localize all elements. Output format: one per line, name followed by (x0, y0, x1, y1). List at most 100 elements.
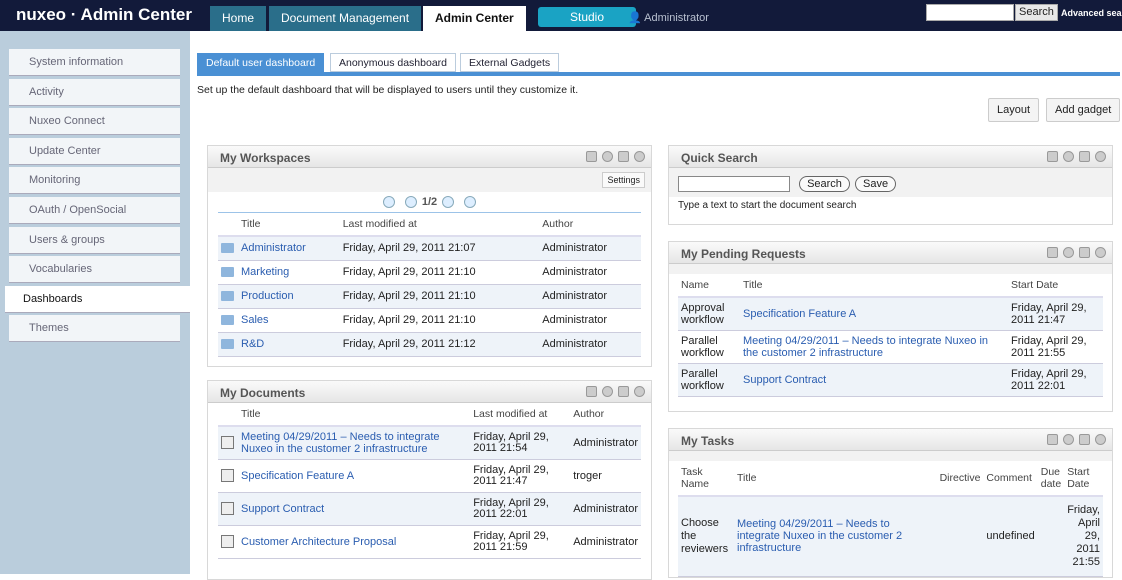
title-link[interactable]: Meeting 04/29/2011 – Needs to integrate … (740, 330, 1008, 364)
tab-home[interactable]: Home (210, 6, 267, 31)
sidebar-item[interactable]: Dashboards (5, 285, 190, 313)
column-header: Directive (936, 461, 984, 497)
gadget-title: My Pending Requests (669, 242, 1112, 264)
gadget-controls[interactable] (586, 386, 645, 397)
quick-search-button[interactable]: Search (799, 175, 850, 192)
cell: Friday, April 29, 2011 21:55 (1064, 496, 1103, 577)
minimize-icon[interactable] (1047, 434, 1058, 445)
sidebar-item[interactable]: Update Center (9, 137, 180, 165)
gadget-controls[interactable] (586, 151, 645, 162)
title-link[interactable]: Support Contract (238, 492, 471, 526)
cell: Friday, April 29, 2011 21:47 (1008, 297, 1103, 331)
next-page-icon[interactable] (442, 196, 455, 209)
first-page-icon[interactable] (382, 196, 395, 209)
column-header: Title (238, 213, 340, 238)
page-indicator: 1/2 (421, 196, 438, 208)
close-icon[interactable] (1095, 151, 1106, 162)
sidebar-item[interactable]: Activity (9, 78, 180, 106)
column-header: Author (539, 213, 641, 238)
gadget-quick-search: Quick Search Search Save Type a text to … (668, 145, 1113, 225)
title-link[interactable]: Production (238, 284, 340, 309)
tab-studio[interactable]: Studio (538, 7, 637, 27)
sidebar-item[interactable]: Monitoring (9, 167, 180, 195)
gadget-controls[interactable] (1047, 151, 1106, 162)
sidebar-item[interactable]: Vocabularies (9, 256, 180, 284)
cell: undefined (983, 496, 1038, 577)
table-row: Administrator Friday, April 29, 2011 21:0… (218, 236, 641, 261)
layout-button[interactable]: Layout (988, 98, 1040, 122)
sidebar-item[interactable]: Themes (9, 315, 180, 343)
tab-anonymous-dashboard[interactable]: Anonymous dashboard (330, 53, 456, 72)
minimize-icon[interactable] (586, 386, 597, 397)
tab-admin-center[interactable]: Admin Center (423, 6, 526, 31)
sidebar-item[interactable]: Users & groups (9, 226, 180, 254)
minimize-icon[interactable] (1047, 247, 1058, 258)
close-icon[interactable] (634, 386, 645, 397)
maximize-icon[interactable] (618, 386, 629, 397)
search-input[interactable] (926, 4, 1014, 21)
cell: Friday, April 29, 2011 21:47 (470, 459, 571, 493)
title-link[interactable]: Administrator (238, 236, 340, 261)
advanced-search-link[interactable]: Advanced search (1061, 8, 1122, 18)
title-link[interactable]: R&D (238, 332, 340, 357)
table-header: Title Last modified at Author (218, 213, 641, 238)
save-button[interactable]: Save (854, 175, 897, 192)
title-link[interactable]: Meeting 04/29/2011 – Needs to integrate … (734, 496, 937, 577)
settings-icon[interactable] (602, 386, 613, 397)
settings-button[interactable]: Settings (602, 172, 645, 188)
document-icon (221, 502, 234, 515)
title-link[interactable]: Specification Feature A (238, 459, 471, 493)
cell: Administrator (570, 426, 641, 460)
user-name: Administrator (644, 12, 709, 24)
gadget-controls[interactable] (1047, 247, 1106, 258)
last-page-icon[interactable] (464, 196, 477, 209)
column-header: Title (238, 403, 471, 427)
document-icon (221, 469, 234, 482)
maximize-icon[interactable] (1079, 247, 1090, 258)
title-link[interactable]: Marketing (238, 260, 340, 285)
gadget-my-tasks: My Tasks Task Name Title Directive Comment D… (668, 428, 1113, 578)
prev-page-icon[interactable] (404, 196, 417, 209)
quick-search-input[interactable] (678, 176, 790, 192)
gadget-controls[interactable] (1047, 434, 1106, 445)
title-link[interactable]: Meeting 04/29/2011 – Needs to integrate … (238, 426, 471, 460)
sidebar-item[interactable]: Nuxeo Connect (9, 108, 180, 136)
title-link[interactable]: Sales (238, 308, 340, 333)
maximize-icon[interactable] (1079, 434, 1090, 445)
maximize-icon[interactable] (1079, 151, 1090, 162)
document-icon (221, 535, 234, 548)
close-icon[interactable] (1095, 434, 1106, 445)
sidebar-item[interactable]: OAuth / OpenSocial (9, 197, 180, 224)
user-menu[interactable]: 👤 Administrator (628, 11, 709, 24)
title-link[interactable]: Customer Architecture Proposal (238, 525, 471, 559)
title-link[interactable]: Specification Feature A (740, 297, 1008, 331)
cell: Friday, April 29, 2011 21:10 (339, 284, 540, 309)
cell: Friday, April 29, 2011 21:54 (470, 426, 571, 460)
add-gadget-button[interactable]: Add gadget (1046, 98, 1121, 122)
settings-icon[interactable] (1063, 151, 1074, 162)
settings-icon[interactable] (1063, 247, 1074, 258)
table-header: Name Title Start Date (678, 274, 1103, 298)
tab-underline (197, 72, 1120, 76)
folder-icon (221, 291, 234, 302)
icon-col (218, 403, 238, 427)
table-header: Title Last modified at Author (218, 403, 641, 427)
folder-icon (221, 339, 234, 350)
tab-document-management[interactable]: Document Management (269, 6, 422, 31)
settings-icon[interactable] (1063, 434, 1074, 445)
cell: Administrator (539, 332, 641, 357)
sidebar-item[interactable]: System information (9, 49, 180, 76)
close-icon[interactable] (1095, 247, 1106, 258)
title-link[interactable]: Support Contract (740, 363, 1008, 397)
column-header: Last modified at (339, 213, 540, 238)
maximize-icon[interactable] (618, 151, 629, 162)
search-button[interactable]: Search (1015, 4, 1058, 21)
close-icon[interactable] (634, 151, 645, 162)
settings-icon[interactable] (602, 151, 613, 162)
minimize-icon[interactable] (1047, 151, 1058, 162)
tab-external-gadgets[interactable]: External Gadgets (460, 53, 560, 72)
table-row: Parallel workflow Meeting 04/29/2011 – Ne… (678, 330, 1103, 364)
cell: Friday, April 29, 2011 22:01 (1008, 363, 1103, 397)
tab-default-user-dashboard[interactable]: Default user dashboard (197, 53, 325, 72)
minimize-icon[interactable] (586, 151, 597, 162)
